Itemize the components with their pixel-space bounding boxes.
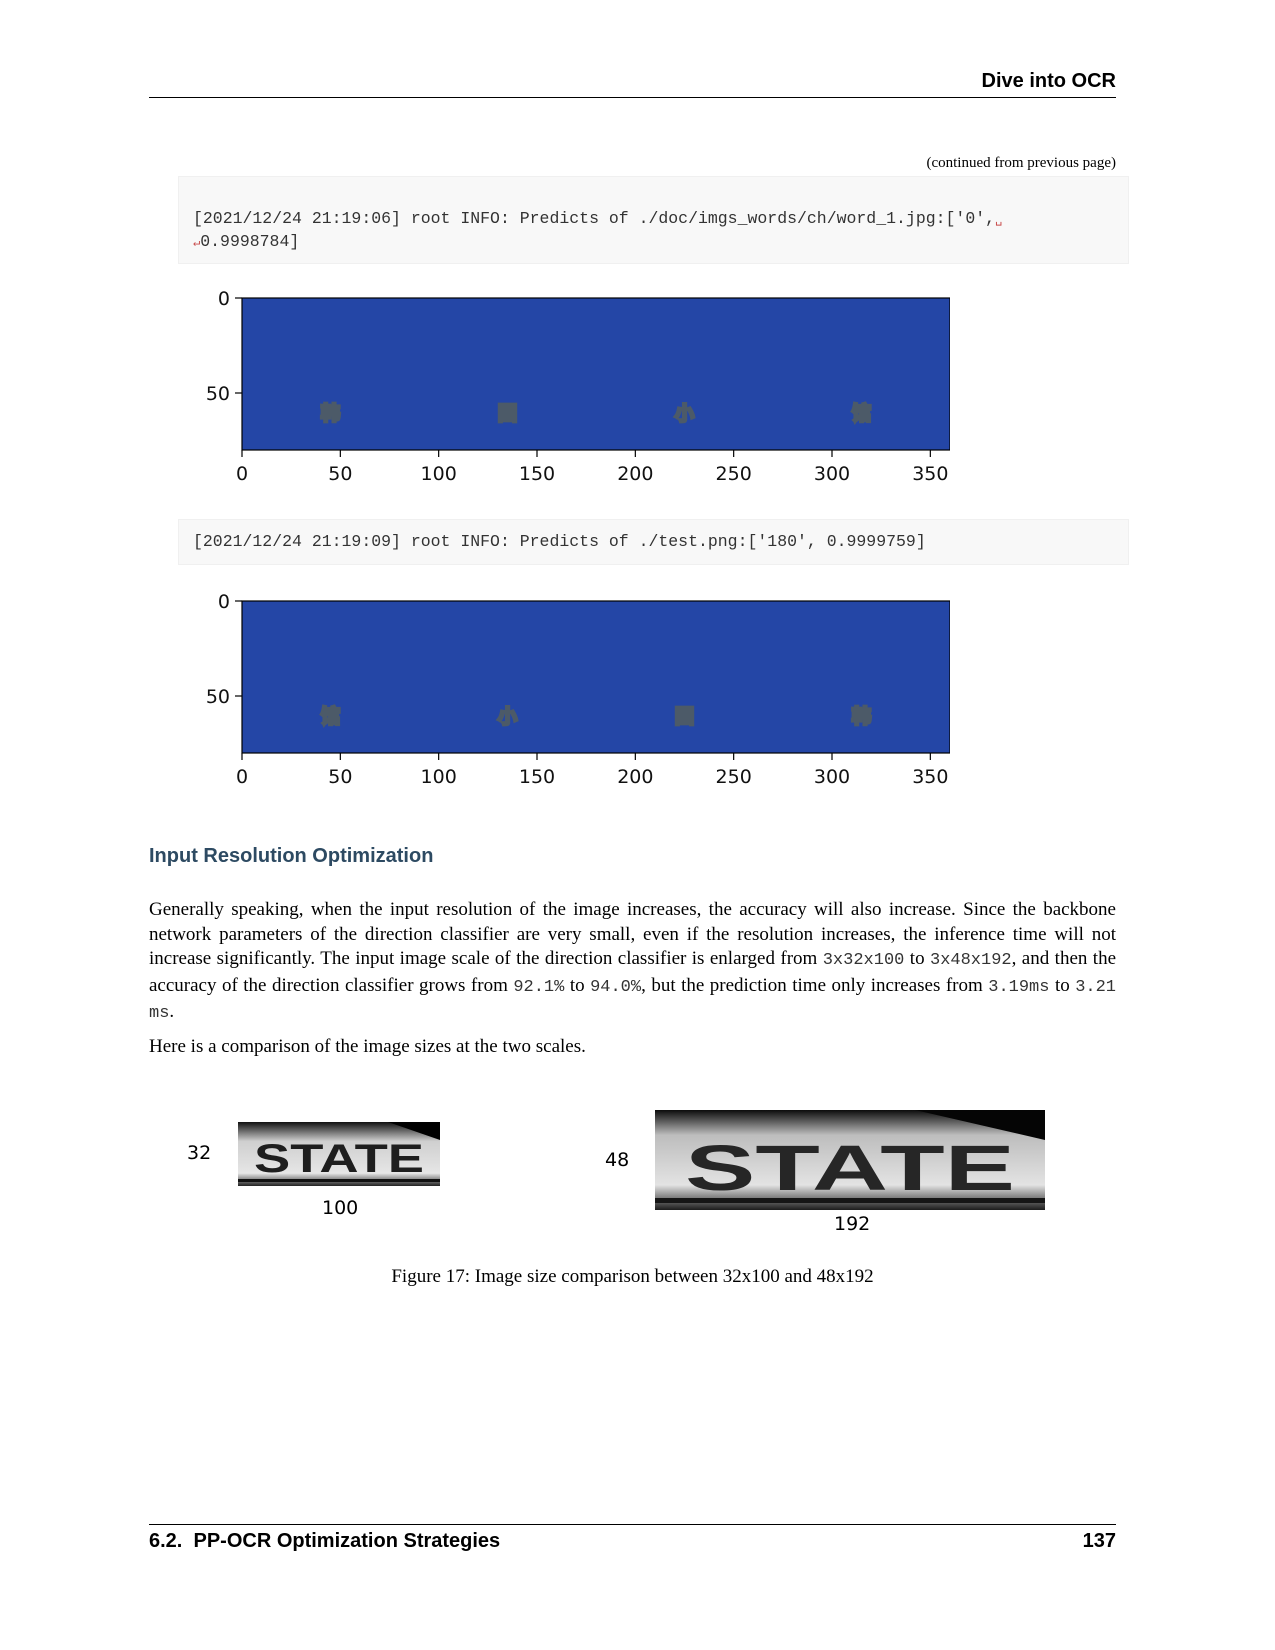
- x-tick-label: 0: [236, 766, 248, 788]
- code-line: ↵0.9998784]: [193, 232, 299, 251]
- plot-character: 小: [675, 403, 694, 425]
- x-tick-label: 350: [912, 766, 948, 788]
- footer-rule: [149, 1524, 1116, 1525]
- continued-note: (continued from previous page): [926, 155, 1116, 171]
- code-block-1: [2021/12/24 21:19:06] root INFO: Predict…: [178, 176, 1129, 264]
- plot-1-svg: 韩 国 小 馆 0 50 100 150 200 250 300 350 0 50: [206, 288, 951, 485]
- plot-2-svg: 馆 小 国 韩 0 50 100 150 200 250 300 350 0 50: [206, 591, 951, 788]
- code-line: [2021/12/24 21:19:09] root INFO: Predict…: [193, 532, 926, 551]
- plot-character: 韩: [321, 402, 340, 425]
- x-tick-label: 100: [421, 766, 457, 788]
- plot-image-area: [242, 298, 950, 450]
- inline-code: 3x32x100: [822, 951, 905, 971]
- x-tick-label: 200: [617, 766, 653, 788]
- plot-character: 馆: [321, 705, 340, 728]
- plot-character: 国: [675, 706, 694, 728]
- x-tick-label: 300: [814, 766, 850, 788]
- code-text: [2021/12/24 21:19:06] root INFO: Predict…: [193, 209, 996, 228]
- y-tick-label: 0: [218, 288, 230, 310]
- code-block-2: [2021/12/24 21:19:09] root INFO: Predict…: [178, 519, 1129, 565]
- body-paragraph: Here is a comparison of the image sizes …: [149, 1036, 586, 1057]
- x-tick-label: 250: [716, 463, 752, 485]
- line-wrap-icon: ␣: [995, 213, 1003, 227]
- y-tick-label: 50: [206, 383, 230, 405]
- plot-character: 国: [498, 403, 517, 425]
- running-header-title: Dive into OCR: [981, 70, 1116, 92]
- x-tick-label: 150: [519, 766, 555, 788]
- body-paragraph: Generally speaking, when the input resol…: [149, 899, 1117, 1024]
- inline-code: 94.0%: [590, 977, 642, 997]
- inline-code: 3.19ms: [988, 977, 1050, 997]
- page-number: 137: [1082, 1530, 1116, 1552]
- large-width-label: 192: [834, 1213, 871, 1235]
- x-tick-label: 250: [716, 766, 752, 788]
- small-height-label: 32: [187, 1142, 212, 1164]
- plot-image-area: [242, 601, 950, 753]
- x-tick-label: 300: [814, 463, 850, 485]
- figure-17: 32 STATE 100 48 STATE 192: [149, 1100, 1116, 1250]
- image-plot-1: 韩 国 小 馆 0 50 100 150 200 250 300 350 0 50: [190, 282, 951, 497]
- x-tick-label: 50: [328, 766, 352, 788]
- large-height-label: 48: [605, 1149, 630, 1171]
- plot-character: 小: [498, 706, 517, 728]
- x-tick-label: 150: [519, 463, 555, 485]
- inline-code: 92.1%: [513, 977, 565, 997]
- code-text: 0.9998784]: [200, 232, 300, 251]
- small-word-text: STATE: [254, 1137, 424, 1181]
- image-plot-2: 馆 小 国 韩 0 50 100 150 200 250 300 350 0 50: [190, 585, 951, 800]
- plot-character: 韩: [852, 705, 871, 728]
- y-tick-label: 50: [206, 686, 230, 708]
- section-heading: Input Resolution Optimization: [149, 845, 434, 867]
- x-tick-label: 100: [421, 463, 457, 485]
- header-rule: [149, 97, 1116, 98]
- y-tick-label: 0: [218, 591, 230, 613]
- x-tick-label: 50: [328, 463, 352, 485]
- x-tick-label: 200: [617, 463, 653, 485]
- x-tick-label: 350: [912, 463, 948, 485]
- x-tick-label: 0: [236, 463, 248, 485]
- code-line: [2021/12/24 21:19:06] root INFO: Predict…: [193, 209, 1002, 228]
- small-word-image: STATE: [238, 1122, 440, 1186]
- large-word-image: STATE: [655, 1110, 1045, 1210]
- inline-code: 3x48x192: [930, 951, 1012, 971]
- large-word-text: STATE: [685, 1132, 1015, 1204]
- figure-caption: Figure 17: Image size comparison between…: [391, 1266, 874, 1287]
- footer-section-title: 6.2. PP-OCR Optimization Strategies: [149, 1530, 501, 1552]
- small-width-label: 100: [322, 1197, 359, 1219]
- plot-character: 馆: [852, 402, 871, 425]
